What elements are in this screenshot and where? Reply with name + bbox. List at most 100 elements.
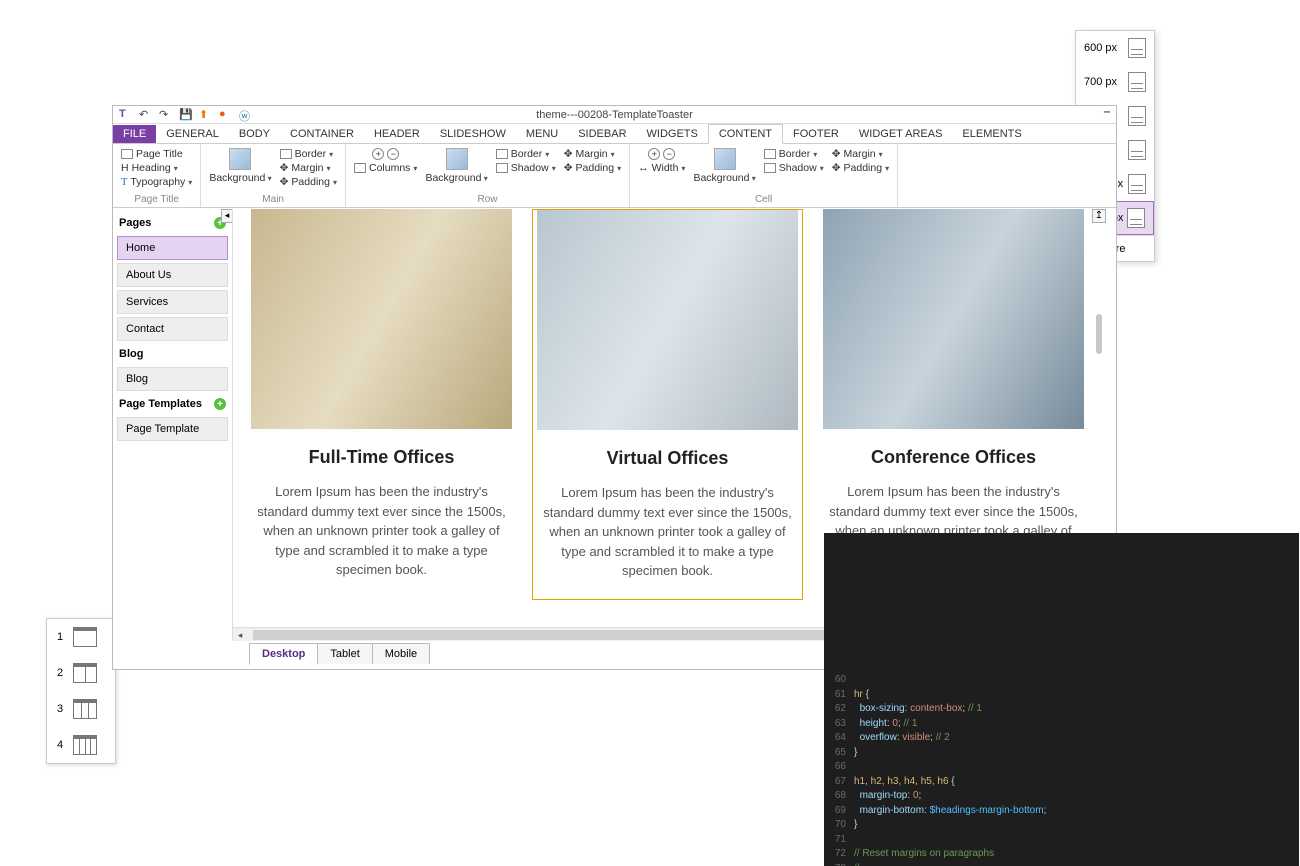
undo-icon[interactable]: ↶ bbox=[139, 108, 153, 122]
margin-icon: ✥ bbox=[832, 148, 841, 160]
columns-3[interactable]: 3 bbox=[47, 691, 115, 727]
columns-2[interactable]: 2 bbox=[47, 655, 115, 691]
devtab-mobile[interactable]: Mobile bbox=[372, 643, 430, 664]
margin-icon: ✥ bbox=[564, 148, 573, 160]
pages-panel: ◂ Pages+ Home About Us Services Contact … bbox=[113, 209, 233, 641]
card-title: Full-Time Offices bbox=[251, 447, 512, 468]
card-full-time-offices[interactable]: Full-Time Offices Lorem Ipsum has been t… bbox=[247, 209, 516, 600]
row-padding[interactable]: ✥Padding bbox=[564, 162, 621, 174]
tab-sidebar[interactable]: SIDEBAR bbox=[568, 125, 636, 143]
card-image bbox=[251, 209, 512, 429]
tab-elements[interactable]: ELEMENTS bbox=[952, 125, 1031, 143]
main-background-button[interactable]: Background bbox=[209, 148, 271, 184]
page-about-us[interactable]: About Us bbox=[117, 263, 228, 287]
columns-icon bbox=[354, 163, 366, 173]
ribbon-tabs: FILE GENERAL BODY CONTAINER HEADER SLIDE… bbox=[113, 124, 1116, 144]
padding-icon: ✥ bbox=[564, 162, 573, 174]
card-title: Conference Offices bbox=[823, 447, 1084, 468]
heading-icon: H bbox=[121, 162, 129, 174]
page-template-item[interactable]: Page Template bbox=[117, 417, 228, 441]
main-margin[interactable]: ✥Margin bbox=[280, 162, 337, 174]
page-width-icon bbox=[1128, 140, 1146, 160]
cell-shadow[interactable]: Shadow bbox=[764, 162, 824, 174]
main-border[interactable]: Border bbox=[280, 148, 337, 160]
typography-dropdown[interactable]: T Typography bbox=[121, 176, 192, 188]
tab-header[interactable]: HEADER bbox=[364, 125, 430, 143]
tab-body[interactable]: BODY bbox=[229, 125, 280, 143]
cell-add-icon[interactable]: + bbox=[648, 148, 660, 160]
redo-icon[interactable]: ↷ bbox=[159, 108, 173, 122]
tab-content[interactable]: CONTENT bbox=[708, 124, 783, 144]
code-gutter: 60616263 64656667 68697071 72737475 bbox=[824, 673, 852, 866]
row-margin[interactable]: ✥Margin bbox=[564, 148, 621, 160]
minimize-ribbon-icon[interactable]: ‒ bbox=[1104, 106, 1110, 118]
tab-slideshow[interactable]: SLIDESHOW bbox=[430, 125, 516, 143]
devtab-tablet[interactable]: Tablet bbox=[317, 643, 372, 664]
tab-menu[interactable]: MENU bbox=[516, 125, 568, 143]
page-title-toggle[interactable]: Page Title bbox=[121, 148, 192, 160]
cell-padding[interactable]: ✥Padding bbox=[832, 162, 889, 174]
card-image bbox=[537, 210, 798, 430]
code-title-bar[interactable] bbox=[824, 533, 1299, 551]
border-icon bbox=[280, 149, 292, 159]
page-width-icon bbox=[1128, 72, 1146, 92]
cell-background-button[interactable]: Background bbox=[693, 148, 755, 184]
tab-container[interactable]: CONTAINER bbox=[280, 125, 364, 143]
columns-4[interactable]: 4 bbox=[47, 727, 115, 763]
tab-general[interactable]: GENERAL bbox=[156, 125, 229, 143]
background-icon bbox=[714, 148, 736, 170]
row-remove-icon[interactable]: − bbox=[387, 148, 399, 160]
tab-file[interactable]: FILE bbox=[113, 125, 156, 143]
row-columns[interactable]: Columns bbox=[354, 162, 417, 174]
save-icon[interactable]: 💾 bbox=[179, 108, 193, 122]
border-icon bbox=[764, 149, 776, 159]
border-icon bbox=[496, 149, 508, 159]
add-template-icon[interactable]: + bbox=[214, 398, 226, 410]
row-border[interactable]: Border bbox=[496, 148, 556, 160]
blog-header: Blog bbox=[117, 344, 228, 364]
cell-margin[interactable]: ✥Margin bbox=[832, 148, 889, 160]
tab-footer[interactable]: FOOTER bbox=[783, 125, 849, 143]
wordpress-icon[interactable]: ⓦ bbox=[239, 108, 253, 122]
page-width-icon bbox=[1127, 208, 1145, 228]
row-add-icon[interactable]: + bbox=[372, 148, 384, 160]
firefox-icon[interactable]: ● bbox=[219, 108, 233, 122]
tab-widgets[interactable]: WIDGETS bbox=[637, 125, 708, 143]
card-virtual-offices[interactable]: Virtual Offices Lorem Ipsum has been the… bbox=[532, 209, 803, 600]
padding-icon: ✥ bbox=[832, 162, 841, 174]
page-width-icon bbox=[1128, 106, 1146, 126]
cell-remove-icon[interactable]: − bbox=[663, 148, 675, 160]
card-image bbox=[823, 209, 1084, 429]
page-services[interactable]: Services bbox=[117, 290, 228, 314]
tab-widget-areas[interactable]: WIDGET AREAS bbox=[849, 125, 953, 143]
page-home[interactable]: Home bbox=[117, 236, 228, 260]
blog-item[interactable]: Blog bbox=[117, 367, 228, 391]
card-title: Virtual Offices bbox=[537, 448, 798, 469]
quick-access-toolbar: T ↶ ↷ 💾 ⬆ ● ⓦ theme---00208-TemplateToas… bbox=[113, 106, 1116, 124]
devtab-desktop[interactable]: Desktop bbox=[249, 643, 318, 665]
collapse-panel-icon[interactable]: ◂ bbox=[221, 209, 233, 223]
width-700[interactable]: 700 px bbox=[1076, 65, 1154, 99]
background-icon bbox=[229, 148, 251, 170]
typography-icon: T bbox=[121, 177, 127, 188]
heading-dropdown[interactable]: H Heading bbox=[121, 162, 192, 174]
width-600[interactable]: 600 px bbox=[1076, 31, 1154, 65]
row-background-button[interactable]: Background bbox=[425, 148, 487, 184]
export-icon[interactable]: ⬆ bbox=[199, 108, 213, 122]
cell-border[interactable]: Border bbox=[764, 148, 824, 160]
cell-width[interactable]: ↔Width bbox=[638, 162, 685, 174]
main-padding[interactable]: ✥Padding bbox=[280, 176, 337, 188]
group-row: +− Columns Background Border Shadow ✥Mar… bbox=[346, 144, 630, 207]
group-main: Background Border ✥Margin ✥Padding Main bbox=[201, 144, 346, 207]
page-templates-header: Page Templates+ bbox=[117, 394, 228, 414]
code-body[interactable]: hr { box-sizing: content-box; // 1 heigh… bbox=[854, 673, 1293, 866]
page-contact[interactable]: Contact bbox=[117, 317, 228, 341]
row-shadow[interactable]: Shadow bbox=[496, 162, 556, 174]
page-width-icon bbox=[1128, 174, 1146, 194]
columns-1[interactable]: 1 bbox=[47, 619, 115, 655]
card-text: Lorem Ipsum has been the industry's stan… bbox=[537, 483, 798, 581]
code-editor-window: 60616263 64656667 68697071 72737475 hr {… bbox=[824, 533, 1299, 866]
scroll-thumb[interactable] bbox=[1096, 314, 1102, 354]
scroll-left-icon[interactable]: ◂ bbox=[233, 628, 247, 641]
column-count-panel: 1 2 3 4 bbox=[46, 618, 116, 764]
